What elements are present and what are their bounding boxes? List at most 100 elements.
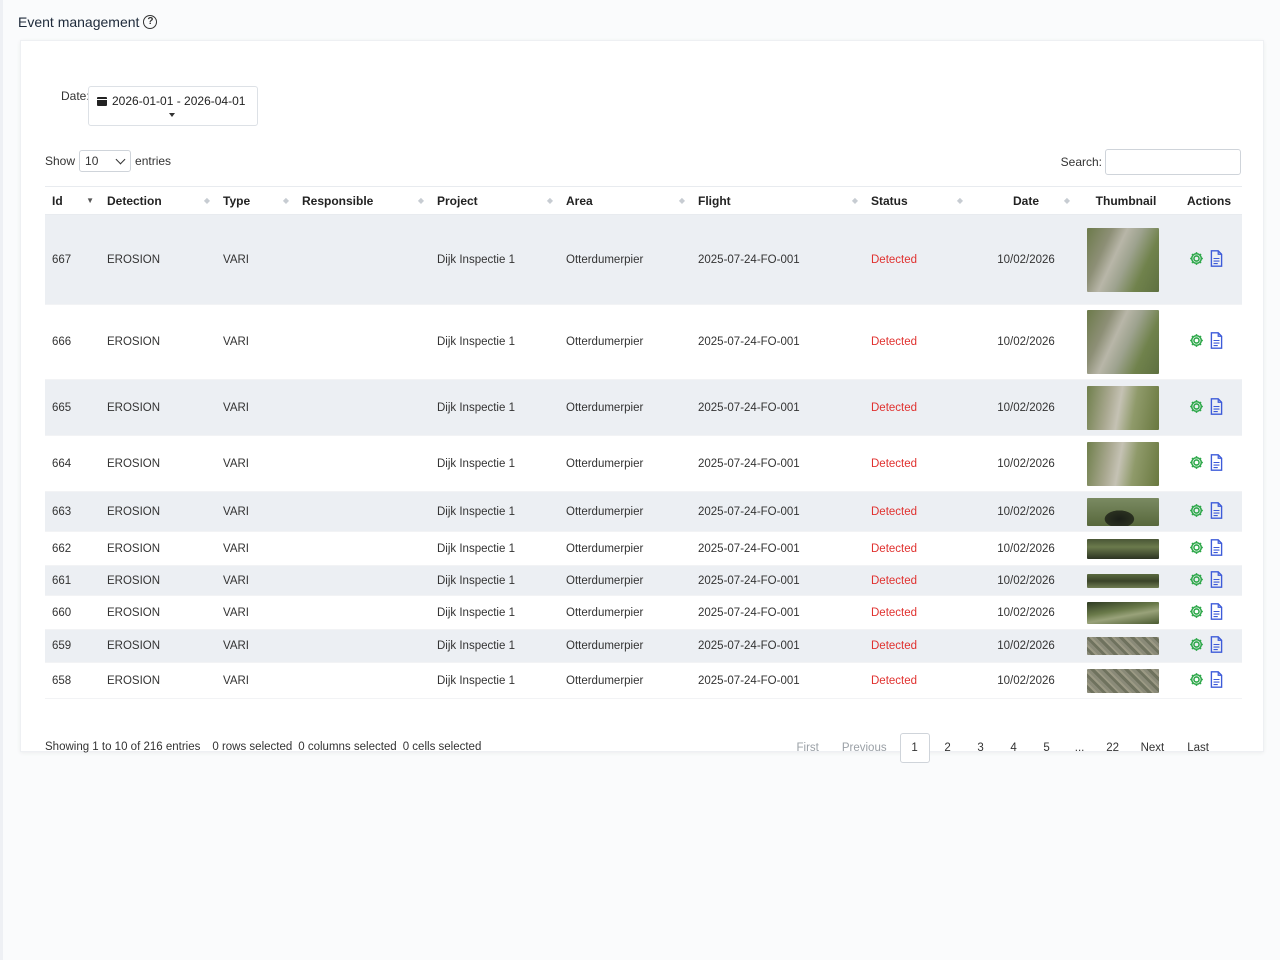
cell-id: 666 xyxy=(52,336,72,348)
table-row[interactable]: 658 EROSION VARI Dijk Inspectie 1 Otterdumer… xyxy=(45,663,1242,699)
cell-detection: EROSION xyxy=(107,674,161,687)
document-icon[interactable] xyxy=(1209,501,1224,519)
column-header-detection[interactable]: Detection ◆ xyxy=(100,186,216,215)
gear-icon[interactable] xyxy=(1188,398,1205,415)
table-row[interactable]: 666 EROSION VARI Dijk Inspectie 1 Otterdumer… xyxy=(45,305,1242,380)
cell-id: 660 xyxy=(52,606,72,619)
column-header-label: Responsible xyxy=(302,193,374,208)
thumbnail-image[interactable] xyxy=(1086,310,1159,374)
cell-status: Detected xyxy=(871,505,918,518)
row-actions xyxy=(1188,249,1224,267)
sort-icon: ◆ xyxy=(546,196,553,205)
gear-icon[interactable] xyxy=(1188,603,1205,620)
gear-icon[interactable] xyxy=(1188,571,1205,588)
column-header-id[interactable]: Id ▼ xyxy=(45,186,100,215)
cell-date: 10/02/2026 xyxy=(997,336,1055,348)
pagination-page[interactable]: 1 xyxy=(899,733,930,763)
search-input[interactable] xyxy=(1105,149,1241,175)
document-icon[interactable] xyxy=(1209,538,1224,556)
cell-thumbnail xyxy=(1076,380,1169,436)
column-header-area[interactable]: Area ◆ xyxy=(559,186,691,215)
column-header-type[interactable]: Type ◆ xyxy=(216,186,295,215)
thumbnail-image[interactable] xyxy=(1086,668,1159,693)
cell-type: VARI xyxy=(223,674,249,687)
page-title: Event management ? xyxy=(18,14,158,30)
column-header-actions: Actions xyxy=(1169,186,1242,215)
thumbnail-image[interactable] xyxy=(1086,601,1159,624)
table-row[interactable]: 665 EROSION VARI Dijk Inspectie 1 Otterdumer… xyxy=(45,379,1242,436)
column-header-project[interactable]: Project ◆ xyxy=(430,186,559,215)
thumbnail-image[interactable] xyxy=(1086,441,1159,486)
cell-thumbnail xyxy=(1076,532,1169,566)
document-icon[interactable] xyxy=(1209,453,1224,471)
table-body: 667 EROSION VARI Dijk Inspectie 1 Otterdumer… xyxy=(45,214,1242,699)
document-icon[interactable] xyxy=(1209,570,1224,588)
document-icon[interactable] xyxy=(1209,602,1224,620)
left-edge xyxy=(0,0,3,960)
cell-project: Dijk Inspectie 1 xyxy=(437,542,515,555)
cell-actions xyxy=(1169,436,1242,492)
table-search: Search: xyxy=(1061,149,1241,175)
gear-icon[interactable] xyxy=(1188,636,1205,653)
thumbnail-image[interactable] xyxy=(1086,637,1159,655)
thumbnail-image[interactable] xyxy=(1086,538,1159,559)
help-icon[interactable]: ? xyxy=(143,15,158,29)
pagination-page[interactable]: 3 xyxy=(966,733,996,763)
document-icon[interactable] xyxy=(1209,670,1224,688)
cell-id: 658 xyxy=(52,674,72,687)
column-header-label: Id xyxy=(52,193,63,208)
cell-id: 665 xyxy=(52,401,72,414)
gear-icon[interactable] xyxy=(1188,539,1205,556)
gear-icon[interactable] xyxy=(1188,502,1205,519)
sort-icon: ◆ xyxy=(203,196,210,205)
document-icon[interactable] xyxy=(1209,249,1224,267)
table-row[interactable]: 662 EROSION VARI Dijk Inspectie 1 Otterdumer… xyxy=(45,532,1242,566)
sort-icon: ◆ xyxy=(1063,196,1070,205)
pagination-page[interactable]: 22 xyxy=(1098,733,1128,763)
table-row[interactable]: 661 EROSION VARI Dijk Inspectie 1 Otterdumer… xyxy=(45,565,1242,596)
column-header-status[interactable]: Status ◆ xyxy=(864,186,969,215)
column-header-label: Project xyxy=(437,193,478,208)
pagination-next[interactable]: Next xyxy=(1131,733,1175,763)
table-row[interactable]: 663 EROSION VARI Dijk Inspectie 1 Otterdumer… xyxy=(45,491,1242,532)
cell-type: VARI xyxy=(223,401,249,414)
entries-select-value: 10 xyxy=(85,154,99,168)
pagination-page[interactable]: 2 xyxy=(933,733,963,763)
gear-icon[interactable] xyxy=(1188,332,1205,349)
document-icon[interactable] xyxy=(1209,636,1224,653)
cell-date: 10/02/2026 xyxy=(997,640,1055,652)
table-row[interactable]: 660 EROSION VARI Dijk Inspectie 1 Otterdumer… xyxy=(45,596,1242,630)
pagination-page[interactable]: 5 xyxy=(1032,733,1062,763)
pagination-page[interactable]: 4 xyxy=(999,733,1029,763)
pagination-last[interactable]: Last xyxy=(1177,733,1219,763)
pagination-previous[interactable]: Previous xyxy=(832,733,897,763)
cell-responsible xyxy=(295,663,430,699)
cell-project: Dijk Inspectie 1 xyxy=(437,674,515,687)
row-actions xyxy=(1188,332,1224,349)
thumbnail-image[interactable] xyxy=(1086,385,1159,430)
thumbnail-image[interactable] xyxy=(1086,227,1159,292)
cell-status: Detected xyxy=(871,401,918,414)
document-icon[interactable] xyxy=(1209,397,1224,415)
cell-actions xyxy=(1169,596,1242,630)
thumbnail-image[interactable] xyxy=(1086,573,1159,588)
table-row[interactable]: 667 EROSION VARI Dijk Inspectie 1 Otterdumer… xyxy=(45,214,1242,305)
document-icon[interactable] xyxy=(1209,332,1224,349)
date-range-picker[interactable]: 2026-01-01 - 2026-04-01 xyxy=(88,86,258,126)
calendar-icon xyxy=(97,97,107,106)
table-row[interactable]: 664 EROSION VARI Dijk Inspectie 1 Otterdumer… xyxy=(45,436,1242,492)
column-header-flight[interactable]: Flight ◆ xyxy=(691,186,864,215)
cell-detection: EROSION xyxy=(107,542,161,555)
cell-project: Dijk Inspectie 1 xyxy=(437,505,515,518)
thumbnail-image[interactable] xyxy=(1086,497,1159,526)
gear-icon[interactable] xyxy=(1188,671,1205,688)
entries-select[interactable]: 10 xyxy=(79,150,132,172)
cell-actions xyxy=(1169,215,1242,305)
cell-detection: EROSION xyxy=(107,253,161,266)
gear-icon[interactable] xyxy=(1188,454,1205,471)
column-header-responsible[interactable]: Responsible ◆ xyxy=(295,186,430,215)
table-row[interactable]: 659 EROSION VARI Dijk Inspectie 1 Otterdumer… xyxy=(45,629,1242,663)
pagination-first[interactable]: First xyxy=(786,733,828,763)
gear-icon[interactable] xyxy=(1188,250,1205,267)
column-header-date[interactable]: Date ◆ xyxy=(969,186,1076,215)
